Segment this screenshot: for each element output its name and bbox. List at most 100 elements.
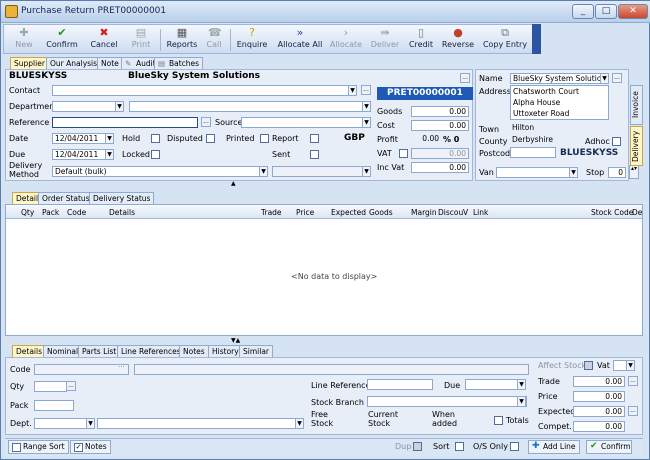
locked-checkbox[interactable] bbox=[151, 150, 160, 159]
copy-entry-button[interactable]: ⧉ Copy Entry bbox=[480, 26, 530, 54]
address-field[interactable]: Chatsworth Court Alpha House Uttoxeter R… bbox=[510, 85, 609, 120]
printed-checkbox[interactable] bbox=[260, 134, 269, 143]
print-button[interactable]: ▤ Print bbox=[126, 26, 156, 54]
expected-lookup-button[interactable]: ... bbox=[628, 406, 638, 416]
tab-batches[interactable]: ▤ Batches bbox=[154, 57, 204, 69]
tab-supplier[interactable]: Supplier bbox=[10, 57, 49, 69]
compet-field[interactable]: 0.00 bbox=[573, 421, 625, 432]
van-field[interactable] bbox=[496, 167, 571, 178]
dup-checkbox[interactable] bbox=[413, 442, 422, 451]
reference-lookup-button[interactable]: ... bbox=[201, 117, 211, 127]
qty-field[interactable] bbox=[34, 381, 67, 392]
expected-field[interactable]: 0.00 bbox=[573, 406, 625, 417]
dept-code-field[interactable] bbox=[34, 418, 94, 429]
adhoc-checkbox[interactable] bbox=[612, 137, 621, 146]
name-field[interactable]: BlueSky System Solution bbox=[510, 73, 609, 84]
col-stock-code[interactable]: Stock Code bbox=[591, 208, 633, 218]
report-checkbox[interactable] bbox=[310, 134, 319, 143]
tab-parts-list[interactable]: Parts List bbox=[78, 345, 121, 357]
tab-history[interactable]: History bbox=[208, 345, 243, 357]
qty-lookup-button[interactable]: ... bbox=[66, 381, 76, 391]
maximize-button[interactable]: □ bbox=[595, 4, 617, 19]
department-code-field[interactable] bbox=[52, 101, 124, 112]
stock-branch-dropdown[interactable]: ▼ bbox=[517, 396, 526, 407]
splitter-arrows-icon[interactable]: ▼▲ bbox=[231, 337, 240, 344]
call-button[interactable]: ☎ Call bbox=[202, 26, 226, 54]
col-code[interactable]: Code bbox=[67, 208, 86, 218]
stock-branch-field[interactable] bbox=[367, 396, 527, 407]
van-dropdown[interactable]: ▼ bbox=[569, 167, 578, 178]
confirm-button[interactable]: ✔ Confirm bbox=[42, 26, 82, 54]
name-lookup-button[interactable]: ... bbox=[612, 73, 622, 83]
col-de[interactable]: De bbox=[632, 208, 642, 218]
col-vat[interactable]: V bbox=[463, 208, 468, 218]
delivery-method-extra-dropdown[interactable]: ▼ bbox=[362, 166, 371, 177]
line-due-dropdown[interactable]: ▼ bbox=[517, 379, 526, 390]
tab-details[interactable]: Details bbox=[12, 345, 47, 357]
postcode-field[interactable] bbox=[510, 147, 556, 158]
sort-checkbox[interactable] bbox=[455, 442, 464, 451]
collapse-up-icon[interactable]: ▲ bbox=[231, 180, 236, 187]
deliver-button[interactable]: ⇛ Deliver bbox=[368, 26, 402, 54]
new-button[interactable]: ✚ New bbox=[10, 26, 38, 54]
reverse-button[interactable]: ● Reverse bbox=[440, 26, 476, 54]
col-discount[interactable]: Discou bbox=[438, 208, 463, 218]
department-dropdown[interactable]: ▼ bbox=[115, 101, 124, 112]
enquire-button[interactable]: ? Enquire bbox=[234, 26, 270, 54]
tab-similar[interactable]: Similar bbox=[239, 345, 273, 357]
tab-line-references[interactable]: Line References bbox=[117, 345, 185, 357]
col-trade[interactable]: Trade bbox=[261, 208, 282, 218]
tab-our-analysis[interactable]: Our Analysis bbox=[46, 57, 102, 69]
contact-dropdown[interactable]: ▼ bbox=[348, 85, 357, 96]
tab-note[interactable]: Note bbox=[97, 57, 123, 69]
toolbar-overflow-grip[interactable] bbox=[532, 24, 541, 54]
tab-nominal[interactable]: Nominal bbox=[43, 345, 83, 357]
due-dropdown[interactable]: ▼ bbox=[105, 149, 114, 160]
department-name-field[interactable] bbox=[129, 101, 371, 112]
totals-checkbox[interactable] bbox=[494, 416, 503, 425]
stop-spinner[interactable]: ▴▾ bbox=[629, 165, 639, 179]
col-details[interactable]: Details bbox=[109, 208, 135, 218]
col-margin[interactable]: Margin bbox=[411, 208, 437, 218]
dept-name-field[interactable] bbox=[97, 418, 304, 429]
col-expected[interactable]: Expected bbox=[331, 208, 366, 218]
allocate-all-button[interactable]: » Allocate All bbox=[274, 26, 326, 54]
trade-lookup-button[interactable]: ... bbox=[628, 376, 638, 386]
town-field[interactable]: Hilton bbox=[510, 123, 609, 134]
code-ellipsis-icon[interactable]: ··· bbox=[118, 363, 125, 371]
name-dropdown[interactable]: ▼ bbox=[600, 73, 609, 84]
tab-notes[interactable]: Notes bbox=[179, 345, 209, 357]
disputed-checkbox[interactable] bbox=[206, 134, 215, 143]
dept-code-dropdown[interactable]: ▼ bbox=[86, 418, 95, 429]
vat-checkbox[interactable] bbox=[399, 149, 408, 158]
contact-field[interactable] bbox=[52, 85, 357, 96]
cancel-button[interactable]: ✖ Cancel bbox=[86, 26, 122, 54]
os-only-checkbox[interactable] bbox=[510, 442, 519, 451]
reference-field[interactable] bbox=[52, 117, 198, 128]
source-field[interactable] bbox=[241, 117, 371, 128]
range-sort-toggle[interactable]: Range Sort bbox=[8, 440, 69, 454]
delivery-method-field[interactable]: Default (bulk) bbox=[52, 166, 268, 177]
trade-field[interactable]: 0.00 bbox=[573, 376, 625, 387]
reports-button[interactable]: ▦ Reports bbox=[164, 26, 200, 54]
allocate-button[interactable]: › Allocate bbox=[328, 26, 364, 54]
col-link[interactable]: Link bbox=[473, 208, 488, 218]
source-dropdown[interactable]: ▼ bbox=[362, 117, 371, 128]
sent-checkbox[interactable] bbox=[310, 150, 319, 159]
add-line-button[interactable]: ✚ Add Line bbox=[528, 440, 580, 454]
tab-order-status[interactable]: Order Status bbox=[38, 192, 94, 204]
close-button[interactable]: ✕ bbox=[618, 4, 648, 19]
line-reference-field[interactable] bbox=[367, 379, 433, 390]
notes-toggle[interactable]: ✓ Notes bbox=[70, 440, 111, 454]
tab-delivery[interactable]: Delivery bbox=[630, 126, 643, 166]
code-field[interactable] bbox=[34, 364, 129, 375]
tab-invoice[interactable]: Invoice bbox=[630, 85, 643, 125]
tab-delivery-status[interactable]: Delivery Status bbox=[89, 192, 155, 204]
affect-stock-checkbox[interactable] bbox=[584, 361, 593, 370]
detail-grid[interactable] bbox=[5, 204, 643, 336]
range-sort-checkbox[interactable] bbox=[12, 443, 21, 452]
confirm-line-button[interactable]: ✔ Confirm bbox=[586, 440, 632, 454]
line-due-field[interactable] bbox=[465, 379, 525, 390]
hold-checkbox[interactable] bbox=[151, 134, 160, 143]
credit-button[interactable]: ▯ Credit bbox=[406, 26, 436, 54]
